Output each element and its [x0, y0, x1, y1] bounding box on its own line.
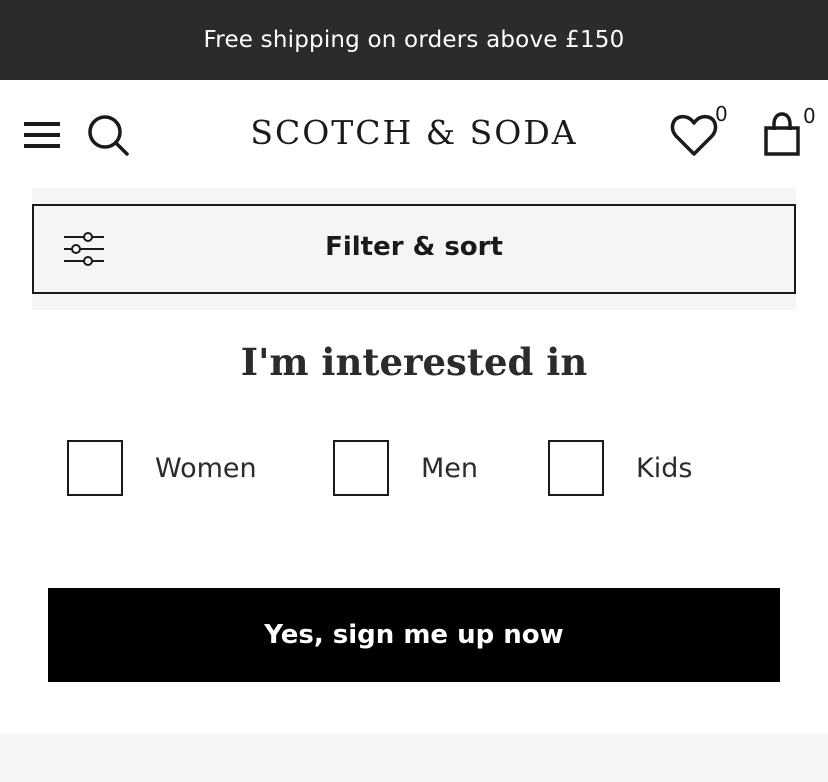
option-women[interactable]: Women	[67, 440, 257, 496]
interest-heading: I'm interested in	[240, 340, 588, 384]
option-men[interactable]: Men	[333, 440, 478, 496]
men-checkbox[interactable]	[333, 440, 389, 496]
filter-sort-label: Filter & sort	[325, 232, 503, 262]
heart-icon	[670, 114, 718, 156]
filter-bar: Filter & sort	[32, 188, 796, 310]
promo-bar: Free shipping on orders above £150	[0, 0, 828, 80]
option-kids[interactable]: Kids	[548, 440, 692, 496]
signup-button[interactable]: Yes, sign me up now	[48, 588, 780, 682]
kids-checkbox[interactable]	[548, 440, 604, 496]
shopping-bag-icon	[764, 112, 800, 156]
wishlist-count: 0	[715, 102, 728, 126]
wishlist-button[interactable]	[670, 112, 720, 160]
filter-sort-button[interactable]: Filter & sort	[32, 204, 796, 294]
kids-label: Kids	[636, 452, 693, 484]
women-label: Women	[155, 452, 257, 484]
women-checkbox[interactable]	[67, 440, 123, 496]
footer-band	[0, 734, 828, 782]
cart-button[interactable]	[762, 112, 808, 160]
site-header: SCOTCH & SODA 0 0	[0, 80, 828, 188]
promo-text: Free shipping on orders above £150	[203, 27, 625, 53]
cart-count: 0	[803, 104, 816, 128]
men-label: Men	[421, 452, 479, 484]
